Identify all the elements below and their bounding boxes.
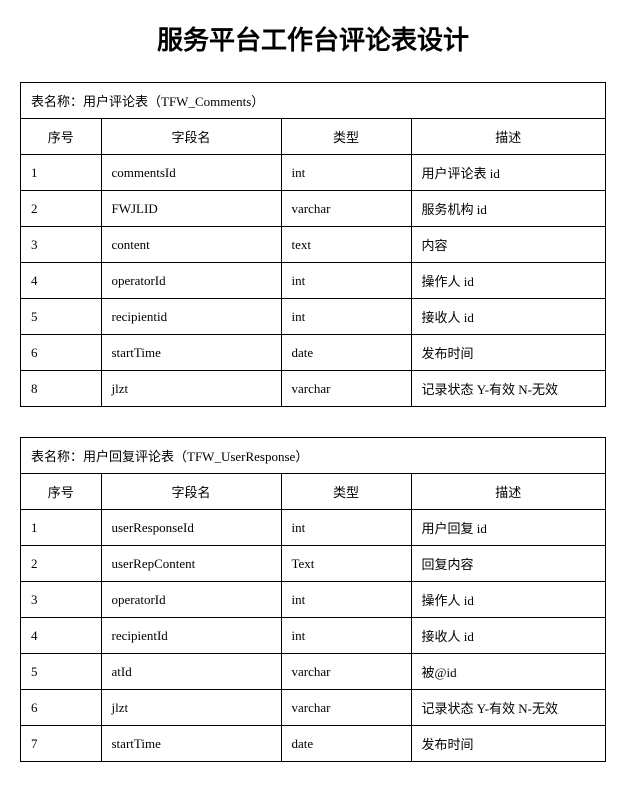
table-cell: 1 xyxy=(21,510,101,546)
table-cell: jlzt xyxy=(101,690,281,726)
table-row: 6jlztvarchar记录状态 Y-有效 N-无效 xyxy=(21,690,605,726)
table-cell: operatorId xyxy=(101,582,281,618)
table-cell: int xyxy=(281,582,411,618)
table-cell: int xyxy=(281,299,411,335)
table-cell: 操作人 id xyxy=(411,582,605,618)
table-cell: 发布时间 xyxy=(411,335,605,371)
table-header: 类型 xyxy=(281,474,411,510)
table-row: 2userRepContentText回复内容 xyxy=(21,546,605,582)
table-cell: Text xyxy=(281,546,411,582)
table-cell: commentsId xyxy=(101,155,281,191)
table-cell: int xyxy=(281,618,411,654)
table-cell: jlzt xyxy=(101,371,281,407)
table-cell: 回复内容 xyxy=(411,546,605,582)
table-cell: 记录状态 Y-有效 N-无效 xyxy=(411,371,605,407)
table-cell: 1 xyxy=(21,155,101,191)
table-row: 8jlztvarchar记录状态 Y-有效 N-无效 xyxy=(21,371,605,407)
table-cell: 7 xyxy=(21,726,101,762)
table-header: 描述 xyxy=(411,474,605,510)
table-header: 序号 xyxy=(21,119,101,155)
table-cell: varchar xyxy=(281,191,411,227)
table-header: 描述 xyxy=(411,119,605,155)
table-row: 3contenttext内容 xyxy=(21,227,605,263)
table-cell: 4 xyxy=(21,618,101,654)
table-cell: startTime xyxy=(101,335,281,371)
table-cell: 发布时间 xyxy=(411,726,605,762)
table-cell: 2 xyxy=(21,546,101,582)
table-cell: int xyxy=(281,263,411,299)
table-cell: 5 xyxy=(21,654,101,690)
table-cell: varchar xyxy=(281,371,411,407)
table-cell: 5 xyxy=(21,299,101,335)
table-cell: 操作人 id xyxy=(411,263,605,299)
table-header: 字段名 xyxy=(101,119,281,155)
table-cell: text xyxy=(281,227,411,263)
table-cell: 8 xyxy=(21,371,101,407)
table-row: 7startTimedate发布时间 xyxy=(21,726,605,762)
table-header: 字段名 xyxy=(101,474,281,510)
table-cell: 3 xyxy=(21,582,101,618)
table-row: 4recipientIdint接收人 id xyxy=(21,618,605,654)
table-cell: date xyxy=(281,726,411,762)
table-cell: 6 xyxy=(21,335,101,371)
table-row: 1commentsIdint用户评论表 id xyxy=(21,155,605,191)
table-row: 1userResponseIdint用户回复 id xyxy=(21,510,605,546)
table-row: 2FWJLIDvarchar服务机构 id xyxy=(21,191,605,227)
table-container: 表名称：用户回复评论表（TFW_UserResponse）序号字段名类型描述1u… xyxy=(20,437,606,762)
table-row: 5atIdvarchar被@id xyxy=(21,654,605,690)
table-row: 5recipientidint接收人 id xyxy=(21,299,605,335)
table-cell: startTime xyxy=(101,726,281,762)
table-cell: 6 xyxy=(21,690,101,726)
table-cell: int xyxy=(281,510,411,546)
table-header: 类型 xyxy=(281,119,411,155)
table-cell: 内容 xyxy=(411,227,605,263)
table-cell: 3 xyxy=(21,227,101,263)
table-cell: int xyxy=(281,155,411,191)
table-row: 3operatorIdint操作人 id xyxy=(21,582,605,618)
table-cell: 服务机构 id xyxy=(411,191,605,227)
table-cell: atId xyxy=(101,654,281,690)
table-cell: 接收人 id xyxy=(411,618,605,654)
page-title: 服务平台工作台评论表设计 xyxy=(20,20,606,57)
table-row: 4operatorIdint操作人 id xyxy=(21,263,605,299)
table-cell: 被@id xyxy=(411,654,605,690)
table-cell: recipientId xyxy=(101,618,281,654)
table-cell: 2 xyxy=(21,191,101,227)
table-cell: FWJLID xyxy=(101,191,281,227)
table-container: 表名称：用户评论表（TFW_Comments）序号字段名类型描述1comment… xyxy=(20,82,606,407)
data-table: 序号字段名类型描述1commentsIdint用户评论表 id2FWJLIDva… xyxy=(21,119,605,406)
table-row: 6startTimedate发布时间 xyxy=(21,335,605,371)
table-cell: date xyxy=(281,335,411,371)
table-header: 序号 xyxy=(21,474,101,510)
table-cell: userResponseId xyxy=(101,510,281,546)
table-cell: varchar xyxy=(281,690,411,726)
table-name-label: 表名称：用户回复评论表（TFW_UserResponse） xyxy=(21,438,605,474)
table-cell: content xyxy=(101,227,281,263)
table-cell: operatorId xyxy=(101,263,281,299)
table-cell: recipientid xyxy=(101,299,281,335)
table-cell: varchar xyxy=(281,654,411,690)
table-cell: 记录状态 Y-有效 N-无效 xyxy=(411,690,605,726)
table-cell: 4 xyxy=(21,263,101,299)
table-name-label: 表名称：用户评论表（TFW_Comments） xyxy=(21,83,605,119)
table-cell: 用户回复 id xyxy=(411,510,605,546)
table-cell: 用户评论表 id xyxy=(411,155,605,191)
table-cell: 接收人 id xyxy=(411,299,605,335)
table-cell: userRepContent xyxy=(101,546,281,582)
data-table: 序号字段名类型描述1userResponseIdint用户回复 id2userR… xyxy=(21,474,605,761)
